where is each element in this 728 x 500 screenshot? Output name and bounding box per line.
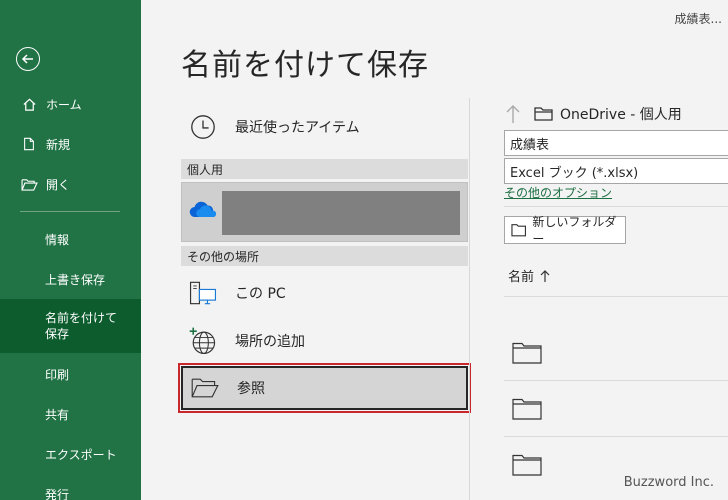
name-column-header[interactable]: 名前 [508, 266, 550, 285]
folder-icon [512, 398, 542, 420]
location-label: この PC [235, 286, 286, 302]
location-browse[interactable]: 参照 [178, 363, 471, 413]
sidebar-item-open[interactable]: 開く [0, 164, 141, 204]
sidebar-item-label: 開く [46, 177, 71, 192]
path-bar: OneDrive - 個人用 [504, 100, 682, 128]
personal-section-header: 個人用 [181, 159, 468, 179]
new-folder-button[interactable]: 新しいフォルダー [504, 215, 626, 246]
sidebar-item-label: 印刷 [45, 367, 70, 382]
sidebar-item-label: 情報 [45, 232, 70, 247]
folder-item[interactable] [504, 324, 728, 380]
home-icon [20, 95, 38, 113]
column-label: 名前 [508, 270, 535, 285]
back-arrow-icon[interactable] [16, 47, 40, 71]
separator [504, 206, 728, 207]
sidebar-item-publish[interactable]: 発行 [0, 474, 141, 500]
backstage-sidebar: ホーム 新規 開く 情報 上書き保存 名前を付けて保存 印刷 共有 エクスポート… [0, 0, 141, 500]
file-name-input[interactable] [504, 130, 728, 156]
sidebar-item-label: エクスポート [45, 447, 117, 462]
sidebar-item-label: 名前を付けて保存 [45, 311, 118, 341]
folder-open-icon [187, 370, 223, 406]
sidebar-item-label: 発行 [45, 487, 70, 500]
computer-icon [185, 275, 221, 311]
clock-icon [185, 109, 221, 145]
new-folder-label: 新しいフォルダー [532, 215, 617, 246]
sidebar-item-new[interactable]: 新規 [0, 124, 141, 164]
sidebar-item-save-as[interactable]: 名前を付けて保存 [0, 299, 141, 353]
folder-icon [511, 224, 527, 237]
folder-item[interactable] [504, 380, 728, 436]
column-divider [469, 98, 470, 500]
sidebar-item-label: 共有 [45, 407, 70, 422]
sidebar-item-share[interactable]: 共有 [0, 394, 141, 434]
location-label: 場所の追加 [235, 334, 305, 350]
sort-up-arrow-icon [540, 269, 550, 282]
current-path: OneDrive - 個人用 [560, 107, 682, 123]
file-type-select[interactable]: Excel ブック (*.xlsx) [504, 158, 728, 184]
sidebar-item-info[interactable]: 情報 [0, 219, 141, 259]
sidebar-item-home[interactable]: ホーム [0, 84, 141, 124]
folder-icon [512, 454, 542, 476]
sidebar-item-label: 新規 [46, 137, 71, 152]
separator [504, 296, 728, 297]
sidebar-item-export[interactable]: エクスポート [0, 434, 141, 474]
sidebar-item-print[interactable]: 印刷 [0, 354, 141, 394]
up-arrow-icon[interactable] [504, 103, 522, 125]
sidebar-item-save[interactable]: 上書き保存 [0, 259, 141, 299]
watermark: Buzzword Inc. [623, 475, 714, 490]
onedrive-cloud-icon [188, 199, 218, 223]
account-redacted [222, 191, 460, 235]
folder-icon [512, 342, 542, 364]
location-onedrive[interactable] [181, 182, 468, 242]
folder-icon [534, 107, 553, 121]
location-add-place[interactable]: 場所の追加 [181, 318, 468, 364]
page-title: 名前を付けて保存 [181, 48, 429, 83]
document-name: 成績表... [674, 12, 722, 26]
location-this-pc[interactable]: この PC [181, 270, 468, 316]
globe-add-icon [185, 323, 221, 359]
location-label: 最近使ったアイテム [235, 120, 360, 136]
sidebar-divider [20, 211, 120, 212]
open-folder-icon [20, 175, 38, 193]
location-label: 参照 [237, 381, 265, 397]
save-as-panel: 成績表... 名前を付けて保存 最近使ったアイテム 個人用 その他の場所 この … [141, 0, 728, 500]
other-section-header: その他の場所 [181, 246, 468, 266]
sidebar-item-label: ホーム [46, 97, 82, 112]
sidebar-item-label: 上書き保存 [45, 272, 106, 287]
more-options-link[interactable]: その他のオプション [504, 184, 612, 201]
new-document-icon [20, 135, 38, 153]
location-recent[interactable]: 最近使ったアイテム [181, 104, 468, 150]
